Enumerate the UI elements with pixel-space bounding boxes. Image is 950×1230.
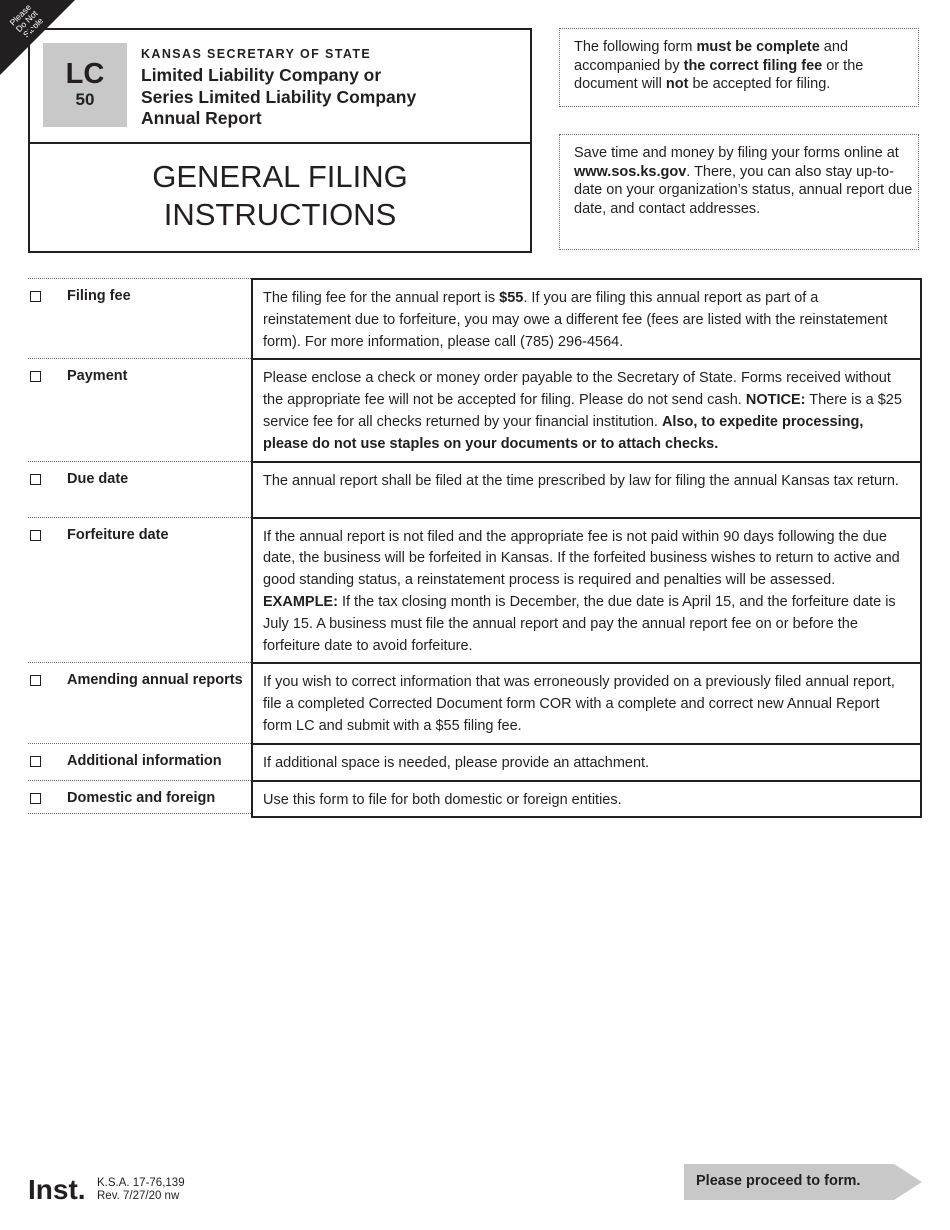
emphasized-text: not (665, 76, 689, 93)
emphasized-text: the correct filing fee (683, 57, 823, 74)
row-label-cell: Additional information (28, 742, 251, 777)
body-text: Save time and money by filing your forms… (574, 145, 899, 161)
body-text: The filing fee for the annual report is (263, 290, 500, 306)
proceed-to-form-button[interactable]: Please proceed to form. (684, 1164, 922, 1200)
row-label: Filing fee (67, 288, 131, 304)
instruction-row-amending: Amending annual reports If you wish to c… (28, 662, 922, 743)
row-label: Amending annual reports (67, 672, 243, 689)
instruction-row-payment: Payment Please enclose a check or money … (28, 358, 922, 461)
statute-reference: K.S.A. 17-76,139 Rev. 7/27/20 nw (97, 1177, 185, 1203)
body-text: If you wish to correct information that … (263, 674, 895, 734)
form-title-line: Limited Liability Company or (141, 65, 382, 85)
emphasized-text: www.sos.ks.gov (574, 163, 687, 180)
instruction-row-forfeiture-date: Forfeiture date If the annual report is … (28, 516, 922, 663)
row-description: Please enclose a check or money order pa… (251, 358, 922, 461)
instructions-table: Filing fee The filing fee for the annual… (28, 278, 922, 819)
checkbox[interactable] (30, 529, 41, 541)
row-description: If additional space is needed, please pr… (251, 742, 922, 780)
statute-text: K.S.A. 17-76,139 (97, 1177, 185, 1189)
row-description: If you wish to correct information that … (251, 662, 922, 743)
body-text: If the annual report is not filed and th… (263, 528, 900, 589)
form-number: 50 (75, 90, 95, 109)
section-title-line: GENERAL FILING (152, 158, 408, 194)
form-code: LC (65, 58, 105, 90)
row-description: The filing fee for the annual report is … (251, 278, 922, 359)
row-label-cell: Amending annual reports (28, 662, 251, 740)
online-filing-notice: Save time and money by filing your forms… (559, 134, 919, 250)
form-title: Limited Liability Company or Series Limi… (141, 65, 521, 130)
body-text: The annual report shall be filed at the … (263, 472, 899, 489)
revision-text: Rev. 7/27/20 nw (97, 1190, 180, 1202)
checkbox[interactable] (30, 371, 41, 383)
instruction-row-additional-info: Additional information If additional spa… (28, 742, 922, 780)
section-title-area: GENERAL FILING INSTRUCTIONS (30, 144, 530, 251)
row-label: Domestic and foreign (67, 789, 216, 806)
form-code-badge: LC 50 (43, 43, 127, 127)
row-label-cell: Due date (28, 460, 251, 517)
body-text: If additional space is needed, please pr… (263, 754, 650, 771)
form-title-line: Annual Report (141, 108, 262, 128)
row-label-cell: Filing fee (28, 278, 251, 356)
checkbox[interactable] (30, 291, 41, 302)
agency-name: KANSAS SECRETARY OF STATE (141, 47, 372, 61)
form-header-box: LC 50 KANSAS SECRETARY OF STATE Limited … (28, 28, 532, 253)
row-label-cell: Payment (28, 358, 251, 457)
row-label: Due date (67, 470, 129, 487)
emphasized-text: must be complete (696, 39, 820, 55)
emphasized-text: EXAMPLE: (263, 593, 338, 610)
row-description: Use this form to file for both domestic … (251, 779, 922, 819)
body-text: The following form (574, 39, 697, 55)
emphasized-text: $55 (499, 290, 524, 306)
row-description: If the annual report is not filed and th… (251, 516, 922, 663)
body-text: If the tax closing month is December, th… (263, 593, 896, 654)
instructions-label: Inst. (28, 1174, 86, 1205)
emphasized-text: NOTICE: (745, 392, 806, 409)
instruction-row-due-date: Due date The annual report shall be file… (28, 460, 922, 517)
body-text: Use this form to file for both domestic … (263, 791, 622, 808)
form-title-line: Series Limited Liability Company (141, 86, 417, 107)
row-label: Additional information (67, 752, 222, 769)
instruction-row-domestic-foreign: Domestic and foreign Use this form to fi… (28, 779, 922, 819)
checkbox[interactable] (30, 675, 41, 687)
section-title-line: INSTRUCTIONS (163, 196, 397, 232)
row-description: The annual report shall be filed at the … (251, 460, 922, 517)
checkbox[interactable] (30, 473, 41, 485)
section-title: GENERAL FILING INSTRUCTIONS (152, 158, 408, 234)
row-label-cell: Forfeiture date (28, 516, 251, 660)
proceed-label: Please proceed to form. (696, 1173, 861, 1189)
row-label: Payment (67, 368, 128, 385)
body-text: be accepted for filing. (688, 76, 831, 93)
row-label-cell: Domestic and foreign (28, 779, 251, 814)
row-label: Forfeiture date (67, 526, 169, 543)
form-header-top: LC 50 KANSAS SECRETARY OF STATE Limited … (30, 30, 530, 144)
checkbox[interactable] (30, 792, 41, 804)
completeness-notice: The following form must be complete and … (559, 28, 919, 107)
checkbox[interactable] (30, 755, 41, 767)
instruction-row-filing-fee: Filing fee The filing fee for the annual… (28, 278, 922, 359)
